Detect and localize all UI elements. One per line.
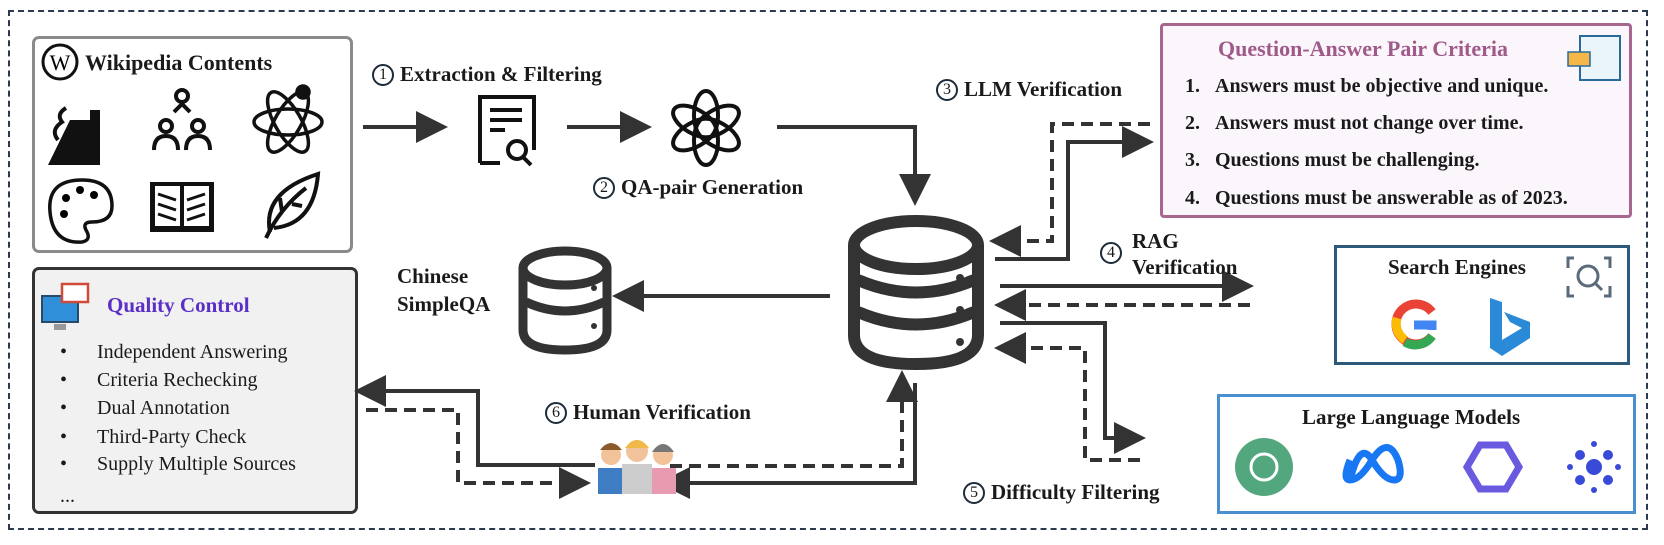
- criteria-text: Answers must not change over time.: [1215, 112, 1524, 134]
- criteria-item: 1. Answers must be objective and unique.: [1185, 75, 1548, 98]
- step-3-text: LLM Verification: [964, 77, 1123, 101]
- step-5-label: 5 Difficulty Filtering: [963, 480, 1160, 505]
- criteria-number: 1.: [1185, 75, 1200, 97]
- criteria-text: Questions must be answerable as of 2023.: [1215, 187, 1568, 209]
- llm-title: Large Language Models: [1302, 405, 1521, 429]
- criteria-item: 2. Answers must not change over time.: [1185, 112, 1524, 135]
- step-4-number: 4: [1100, 242, 1122, 264]
- criteria-number: 2.: [1185, 112, 1200, 134]
- step-5-number: 5: [963, 482, 985, 504]
- quality-item-text: Independent Answering: [97, 341, 288, 363]
- step-1-text: Extraction & Filtering: [400, 62, 602, 86]
- quality-item: • Criteria Rechecking: [60, 369, 258, 391]
- step-6-label: 6 Human Verification: [545, 400, 751, 425]
- quality-more: ...: [60, 485, 75, 507]
- quality-item: • Third-Party Check: [60, 426, 247, 448]
- quality-item: • Supply Multiple Sources: [60, 453, 296, 475]
- criteria-title: Question-Answer Pair Criteria: [1218, 36, 1509, 61]
- step-6-text: Human Verification: [573, 400, 751, 424]
- step-3-number: 3: [936, 79, 958, 101]
- simpleqa-line-2: SimpleQA: [397, 292, 491, 316]
- step-4-text-1: RAG: [1132, 229, 1179, 253]
- step-4-label: 4 RAG Verification: [1100, 228, 1237, 280]
- step-2-text: QA-pair Generation: [621, 175, 804, 199]
- quality-item: • Independent Answering: [60, 341, 288, 363]
- step-1-label: 1 Extraction & Filtering: [372, 62, 602, 87]
- step-2-number: 2: [593, 177, 615, 199]
- criteria-item: 4. Questions must be answerable as of 202…: [1185, 187, 1568, 210]
- quality-control-title: Quality Control: [107, 293, 250, 317]
- quality-item-text: Third-Party Check: [97, 426, 247, 448]
- simpleqa-line-1: Chinese: [397, 264, 469, 288]
- step-5-text: Difficulty Filtering: [991, 480, 1160, 504]
- chinese-simpleqa-label: Chinese SimpleQA: [397, 262, 490, 318]
- criteria-text: Answers must be objective and unique.: [1215, 75, 1549, 97]
- step-6-number: 6: [545, 402, 567, 424]
- quality-item-text: Dual Annotation: [97, 397, 230, 419]
- step-2-label: 2 QA-pair Generation: [593, 175, 803, 200]
- criteria-number: 4.: [1185, 187, 1200, 209]
- search-engines-title: Search Engines: [1388, 255, 1526, 279]
- step-4-text-2: Verification: [1132, 255, 1238, 279]
- criteria-item: 3. Questions must be challenging.: [1185, 149, 1479, 172]
- step-1-number: 1: [372, 64, 394, 86]
- step-3-label: 3 LLM Verification: [936, 77, 1122, 102]
- quality-item-text: Supply Multiple Sources: [97, 453, 296, 475]
- criteria-number: 3.: [1185, 149, 1200, 171]
- quality-item: • Dual Annotation: [60, 397, 230, 419]
- criteria-text: Questions must be challenging.: [1215, 149, 1480, 171]
- wikipedia-title: Wikipedia Contents: [85, 50, 273, 75]
- quality-item-text: Criteria Rechecking: [97, 369, 258, 391]
